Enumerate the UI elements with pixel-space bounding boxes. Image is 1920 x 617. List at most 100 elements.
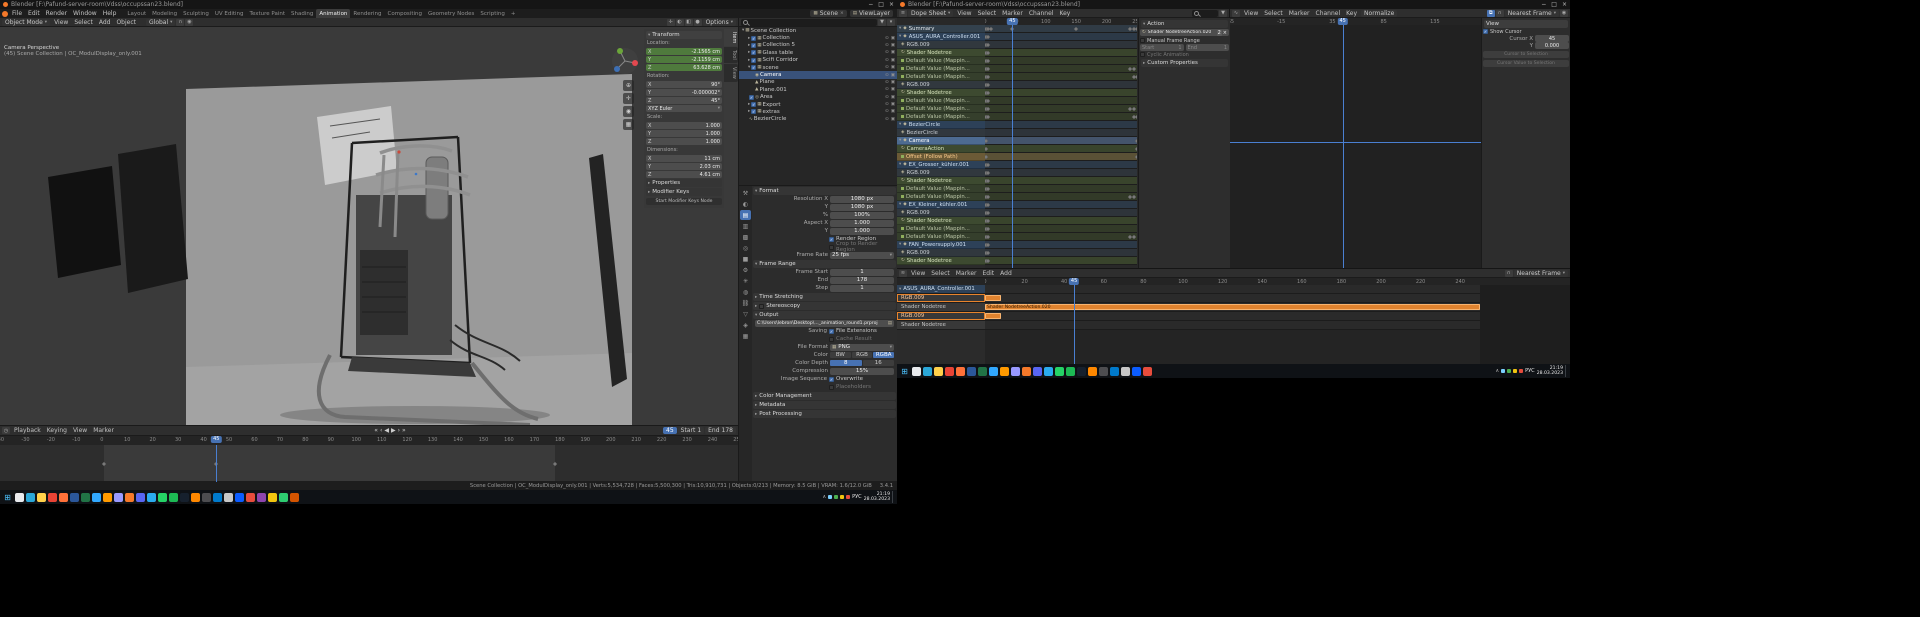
sidebar-view-tab[interactable]: View xyxy=(1484,20,1568,28)
collection-checkbox[interactable]: ✓ xyxy=(751,102,757,108)
timeline-menu-keying[interactable]: Keying xyxy=(44,427,70,434)
show-desktop-button[interactable] xyxy=(892,491,895,503)
taskbar-app-icon[interactable] xyxy=(945,366,954,376)
keyframe-diamond[interactable] xyxy=(985,218,991,223)
keyframe-diamond[interactable] xyxy=(985,170,991,175)
maximize-button[interactable]: □ xyxy=(1551,1,1557,8)
format-panel-header[interactable]: ▾ Format xyxy=(753,187,896,195)
properties-tab-physics[interactable]: ◍ xyxy=(740,287,751,297)
color-option-bw[interactable]: BW xyxy=(830,352,851,358)
tray-icon[interactable] xyxy=(1519,369,1524,373)
dope-channel-shader-nodetree[interactable]: ↻ Shader Nodetree xyxy=(897,217,985,225)
keyframe-diamond[interactable] xyxy=(985,74,991,79)
dope-key-lane[interactable] xyxy=(985,33,1137,41)
taskbar-app-icon[interactable] xyxy=(1143,366,1152,376)
taskbar-app-icon[interactable] xyxy=(158,492,167,502)
timeline-menu-marker[interactable]: Marker xyxy=(90,427,117,434)
play-button[interactable]: ▶ xyxy=(391,427,396,434)
viewport-menu-view[interactable]: View xyxy=(51,19,71,26)
dope-channel-default-value-mappin[interactable]: Default Value (Mappin... xyxy=(897,57,985,65)
frame-end-field[interactable]: End 178 xyxy=(705,427,736,434)
tray-icon[interactable] xyxy=(1507,369,1512,373)
taskbar-app-icon[interactable] xyxy=(37,492,46,502)
dope-key-lane[interactable] xyxy=(985,233,1137,241)
collection-checkbox[interactable]: ✓ xyxy=(751,65,757,71)
blender-menu-icon[interactable] xyxy=(2,10,8,17)
taskbar-app-icon[interactable] xyxy=(989,366,998,376)
dope-channel-ex-kleiner-k-hler-001[interactable]: ▾ ◆ EX_Kleiner_kühler.001 xyxy=(897,201,985,209)
snap-magnet-icon[interactable]: ∩ xyxy=(1495,9,1504,17)
tray-icon[interactable] xyxy=(1501,369,1506,373)
options-dropdown[interactable]: Options ▾ xyxy=(702,18,736,26)
npanel-tab-tool[interactable]: Tool xyxy=(724,47,738,64)
dope-channel-rgb-009[interactable]: ◈ RGB.009 xyxy=(897,249,985,257)
nla-track-lane[interactable]: Shader NodetreeAction.020 xyxy=(985,303,1480,312)
dope-channel-summary[interactable]: ▾ ◆ Summary xyxy=(897,25,985,33)
dope-key-lane[interactable] xyxy=(985,49,1137,57)
dope-key-lane[interactable] xyxy=(985,241,1137,249)
taskbar-app-icon[interactable] xyxy=(1033,366,1042,376)
outliner-row-camera[interactable]: ◉ Camera ⊙ ▣ xyxy=(739,71,897,79)
outliner-row-collection[interactable]: ▸ ✓ ▦ Collection ⊙ ▣ xyxy=(739,34,897,41)
taskbar-clock[interactable]: 21:19 28.03.2023 xyxy=(1537,366,1563,377)
frame-range-panel-header[interactable]: ▾ Frame Range xyxy=(753,260,896,268)
properties-tab-tool[interactable]: ⚒ xyxy=(740,188,751,198)
dope-sheet-editor-icon[interactable]: ≡ xyxy=(899,9,907,17)
copy-icon[interactable]: ⧉ xyxy=(1486,9,1495,17)
format-aspect-x-field[interactable]: 1.000 xyxy=(830,219,894,227)
filter-icon[interactable]: ▼ xyxy=(878,18,886,26)
cursor-to-selection-button[interactable]: Cursor to Selection xyxy=(1483,51,1569,58)
dope-channel-default-value-mappin[interactable]: Default Value (Mappin... xyxy=(897,185,985,193)
proportional-edit-icon[interactable]: ◉ xyxy=(185,18,194,26)
time-stretching-panel-header[interactable]: ▸ Time Stretching xyxy=(753,293,896,301)
placeholders-checkbox[interactable] xyxy=(829,384,834,390)
color-depth-option-16[interactable]: 16 xyxy=(862,360,894,366)
viewport-menu-object[interactable]: Object xyxy=(113,19,139,26)
taskbar-app-icon[interactable] xyxy=(279,492,288,502)
taskbar-app-icon[interactable] xyxy=(92,492,101,502)
graph-playhead[interactable]: 45 xyxy=(1337,18,1348,25)
dope-channel-camera[interactable]: ▾ ◆ Camera xyxy=(897,137,985,145)
outliner-row-scene[interactable]: ▾ ✓ ▦ scene ⊙ ▣ xyxy=(739,64,897,71)
dope-channel-rgb-009[interactable]: ◈ RGB.009 xyxy=(897,81,985,89)
dope-channel-cameraaction[interactable]: ↻ CameraAction xyxy=(897,145,985,153)
dope-channel-rgb-009[interactable]: ◈ RGB.009 xyxy=(897,41,985,49)
dope-key-lane[interactable] xyxy=(985,129,1137,137)
viewlayer-selector[interactable]: ▤ ViewLayer xyxy=(849,10,893,17)
taskbar-app-icon[interactable] xyxy=(1011,366,1020,376)
nla-track-rgb-009[interactable]: RGB.009 xyxy=(897,294,985,303)
disable-in-renders-icon[interactable]: ▣ xyxy=(891,117,895,122)
nla-track-lane[interactable] xyxy=(985,294,1480,303)
nla-ruler[interactable]: 020406080100120140160180200220240 xyxy=(985,278,1480,285)
taskbar-clock[interactable]: 21:19 28.03.2023 xyxy=(864,492,890,503)
keyframe-diamond[interactable] xyxy=(985,242,991,247)
dope-channel-default-value-mappin[interactable]: Default Value (Mappin... xyxy=(897,193,985,201)
normalize-toggle[interactable]: Normalize xyxy=(1361,9,1398,17)
keyframe-diamond[interactable] xyxy=(1134,114,1137,119)
dope-key-lane[interactable] xyxy=(985,113,1137,121)
disable-in-renders-icon[interactable]: ▣ xyxy=(891,87,895,92)
dope-playhead[interactable]: 45 xyxy=(1007,18,1018,25)
color-depth-option-8[interactable]: 8 xyxy=(830,360,862,366)
keyframe-diamond[interactable] xyxy=(985,154,988,159)
nla-track-lane[interactable] xyxy=(985,312,1480,321)
dimensions-z-field[interactable]: Z 4.61 cm xyxy=(646,171,722,178)
outliner-row-glass-table[interactable]: ▸ ✓ ▦ Glass table ⊙ ▣ xyxy=(739,49,897,56)
disable-in-renders-icon[interactable]: ▣ xyxy=(891,73,895,78)
overwrite-checkbox[interactable]: ✓ xyxy=(829,376,834,382)
taskbar-app-icon[interactable] xyxy=(1077,366,1086,376)
rotation-y-field[interactable]: Y -0.000002° xyxy=(646,89,722,96)
close-button[interactable]: × xyxy=(889,1,894,8)
taskbar-app-icon[interactable] xyxy=(268,492,277,502)
tray-icon[interactable] xyxy=(846,495,851,499)
keyframe-diamond[interactable] xyxy=(985,250,991,255)
disable-in-renders-icon[interactable]: ▣ xyxy=(891,50,895,55)
snap-mode-dropdown[interactable]: Nearest Frame ▾ xyxy=(1504,9,1559,17)
dope-channel-fan-powersupply-001[interactable]: ▾ ◆ FAN_Powersupply.001 xyxy=(897,241,985,249)
properties-tab-particles[interactable]: ✳ xyxy=(740,276,751,286)
graph-menu-select[interactable]: Select xyxy=(1261,10,1286,17)
outliner-search-input[interactable] xyxy=(741,18,877,26)
properties-tab-data[interactable]: ▽ xyxy=(740,309,751,319)
dope-channel-shader-nodetree[interactable]: ↻ Shader Nodetree xyxy=(897,177,985,185)
properties-tab-scene[interactable]: ▩ xyxy=(740,232,751,242)
